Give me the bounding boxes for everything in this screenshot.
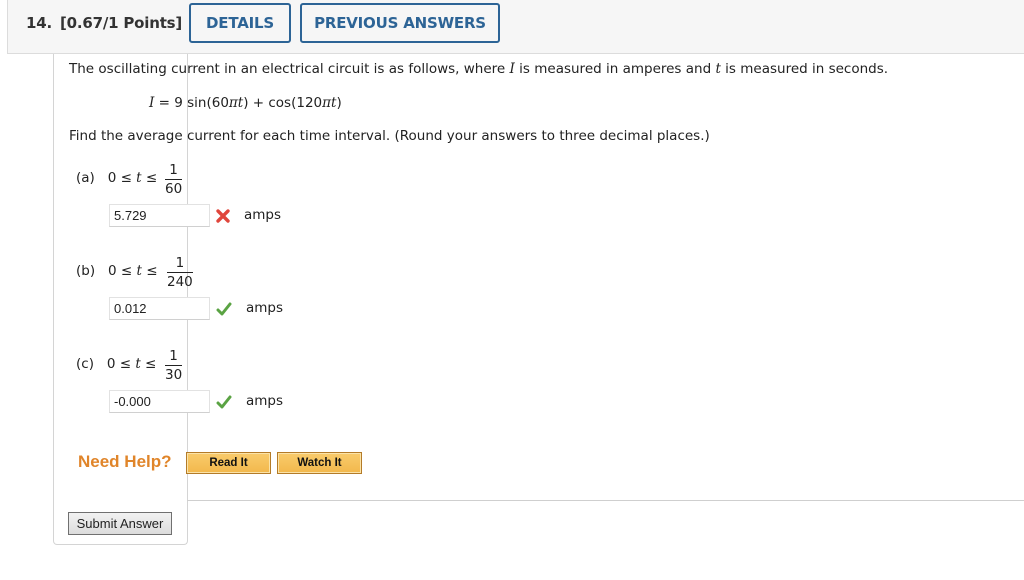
part-a-unit: amps (244, 207, 282, 223)
incorrect-x-icon (216, 209, 230, 223)
details-button[interactable]: DETAILS (189, 3, 291, 43)
denominator: 30 (165, 367, 183, 383)
intro-text-3: is measured in seconds. (720, 61, 889, 77)
part-label: (a) (76, 170, 95, 186)
fraction-bar (165, 179, 183, 180)
part-b-unit: amps (246, 300, 284, 316)
numerator: 1 (169, 348, 178, 364)
formula-part-3: ) (336, 95, 342, 111)
part-c-unit: amps (246, 393, 284, 409)
part-c-fraction: 1 30 (165, 348, 183, 383)
pi-symbol: π (322, 95, 332, 111)
part-label: (c) (76, 356, 94, 372)
denominator: 60 (165, 181, 183, 197)
part-c-interval: (c) 0 ≤ t ≤ (76, 356, 156, 372)
submit-answer-button[interactable]: Submit Answer (68, 512, 172, 535)
fraction-bar (167, 272, 193, 273)
question-header: 14. [0.67/1 Points] (7, 0, 1024, 54)
intro-text-1: The oscillating current in an electrical… (69, 61, 510, 77)
formula-part-2: ) + cos(120 (243, 95, 323, 111)
part-c-answer-input[interactable] (109, 390, 210, 413)
problem-intro: The oscillating current in an electrical… (69, 61, 888, 77)
question-number: 14. (26, 14, 52, 32)
part-a-interval: (a) 0 ≤ t ≤ (76, 170, 157, 186)
watch-it-button[interactable]: Watch It (277, 452, 362, 474)
read-it-button[interactable]: Read It (186, 452, 271, 474)
part-label: (b) (76, 263, 96, 279)
ineq-prefix: 0 ≤ (107, 263, 137, 279)
part-b-fraction: 1 240 (167, 255, 193, 290)
numerator: 1 (175, 255, 185, 271)
ineq-suffix: ≤ (141, 170, 158, 186)
part-b-answer-input[interactable] (109, 297, 210, 320)
previous-answers-button[interactable]: PREVIOUS ANSWERS (300, 3, 500, 43)
question-points: [0.67/1 Points] (59, 14, 183, 32)
part-b-interval: (b) 0 ≤ t ≤ (76, 263, 158, 279)
question-title: 14. [0.67/1 Points] (26, 14, 182, 32)
ineq-suffix: ≤ (141, 263, 158, 279)
need-help-label: Need Help? (78, 452, 172, 471)
divider (187, 500, 1024, 501)
part-a-fraction: 1 60 (165, 162, 183, 197)
correct-check-icon (216, 302, 232, 316)
ineq-suffix: ≤ (140, 356, 157, 372)
fraction-bar (165, 365, 183, 366)
formula-part-1: = 9 sin(60 (154, 95, 229, 111)
pi-symbol: π (228, 95, 238, 111)
ineq-prefix: 0 ≤ (106, 356, 136, 372)
current-formula: I = 9 sin(60πt) + cos(120πt) (149, 95, 342, 111)
part-a-answer-input[interactable] (109, 204, 210, 227)
intro-text-2: is measured in amperes and (514, 61, 716, 77)
numerator: 1 (169, 162, 178, 178)
instruction-text: Find the average current for each time i… (69, 128, 710, 144)
correct-check-icon (216, 395, 232, 409)
denominator: 240 (167, 274, 193, 290)
ineq-prefix: 0 ≤ (107, 170, 137, 186)
